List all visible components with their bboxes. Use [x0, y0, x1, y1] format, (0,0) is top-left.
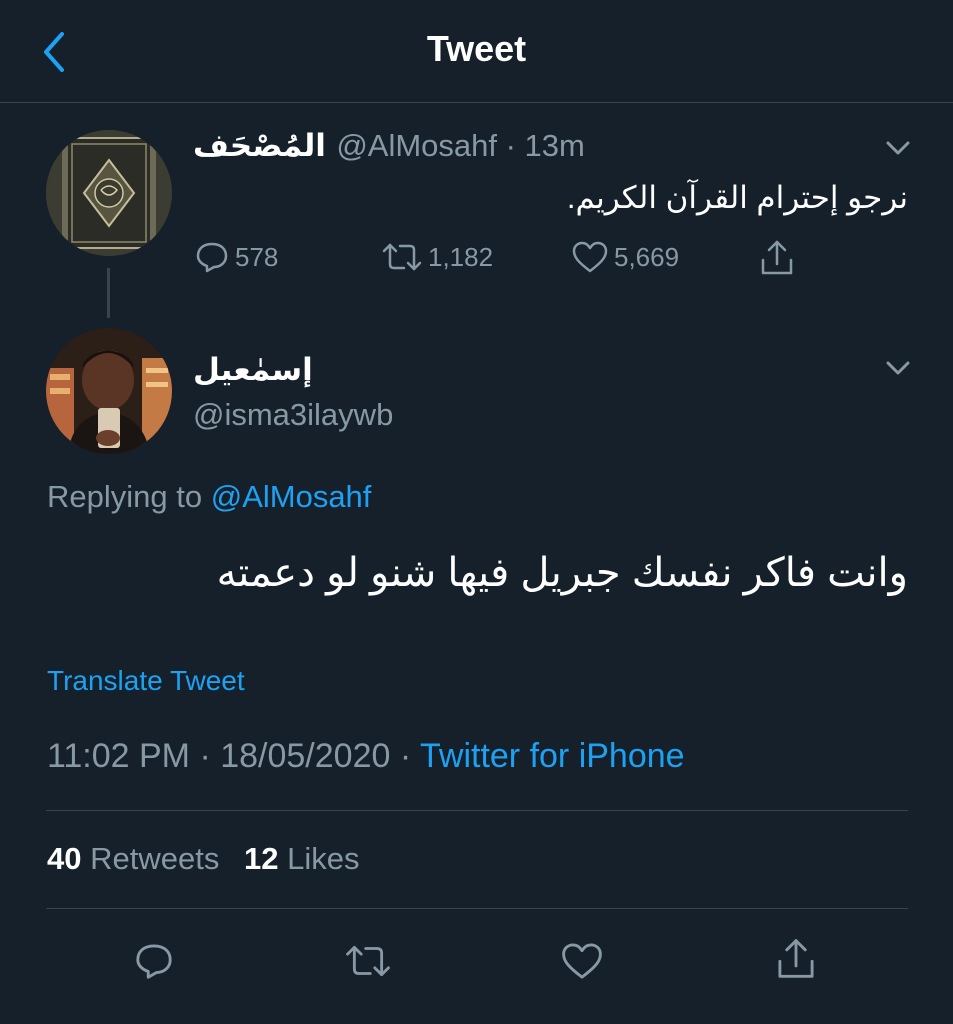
engagement-stats: 40 Retweets 12 Likes — [47, 841, 359, 877]
chevron-down-icon — [886, 141, 910, 155]
share-icon — [761, 240, 793, 275]
retweets-stat[interactable]: 40 Retweets — [47, 841, 228, 876]
like-count: 5,669 — [614, 241, 680, 272]
quran-cover-image — [46, 130, 172, 256]
page-title: Tweet — [426, 28, 527, 69]
tweet-options-button[interactable] — [882, 357, 914, 379]
like-button[interactable]: 5,669 — [570, 238, 679, 276]
reply-icon — [136, 944, 172, 979]
likes-count: 12 — [243, 841, 279, 876]
replying-to: Replying to @AlMosahf — [47, 479, 371, 515]
tweet-text: وانت فاكر نفسك جبريل فيها شنو لو دعمته — [216, 551, 908, 595]
retweet-button[interactable]: 1,182 — [380, 238, 493, 276]
replying-to-link[interactable]: @AlMosahf — [211, 479, 372, 514]
handle-time: @AlMosahf · 13m — [336, 128, 585, 163]
share-button[interactable] — [770, 933, 822, 985]
thread-connector — [107, 268, 110, 318]
retweet-icon — [346, 945, 390, 977]
reply-button[interactable]: 578 — [193, 238, 278, 276]
translate-tweet-link[interactable]: Translate Tweet — [47, 665, 245, 697]
likes-label: Likes — [287, 841, 360, 876]
profile-photo — [46, 328, 172, 454]
reply-button[interactable] — [128, 935, 180, 987]
avatar[interactable] — [46, 328, 172, 454]
retweets-label: Retweets — [90, 841, 220, 876]
like-button[interactable] — [556, 935, 608, 987]
retweets-count: 40 — [47, 841, 82, 876]
timestamp: 11:02 PM · 18/05/2020 · — [47, 737, 420, 775]
quoted-tweet-text: نرجو إحترام القرآن الكريم. — [566, 180, 908, 215]
retweet-count: 1,182 — [428, 241, 494, 272]
heart-icon — [572, 241, 608, 273]
share-button[interactable] — [757, 238, 797, 278]
divider — [46, 908, 908, 909]
replying-prefix: Replying to — [47, 479, 211, 514]
reply-icon — [196, 242, 228, 273]
display-name[interactable]: إسمٰعيل — [193, 352, 313, 388]
tweet-meta: 11:02 PM · 18/05/2020 · Twitter for iPho… — [47, 737, 685, 776]
reply-count: 578 — [235, 241, 279, 272]
tweet-options-button[interactable] — [882, 137, 914, 159]
retweet-icon — [382, 243, 422, 271]
retweet-button[interactable] — [342, 935, 394, 987]
heart-icon — [562, 943, 602, 979]
share-icon — [778, 939, 814, 978]
divider — [46, 810, 908, 811]
display-name: المُصْحَف — [193, 128, 326, 163]
source-link[interactable]: Twitter for iPhone — [420, 737, 685, 775]
handle[interactable]: @isma3ilaywb — [193, 397, 393, 433]
likes-stat[interactable]: 12 Likes — [244, 841, 359, 876]
chevron-down-icon — [886, 361, 910, 375]
avatar[interactable] — [46, 130, 172, 256]
top-bar: Tweet — [0, 0, 953, 103]
quoted-tweet-author[interactable]: المُصْحَف @AlMosahf · 13m — [193, 128, 585, 164]
